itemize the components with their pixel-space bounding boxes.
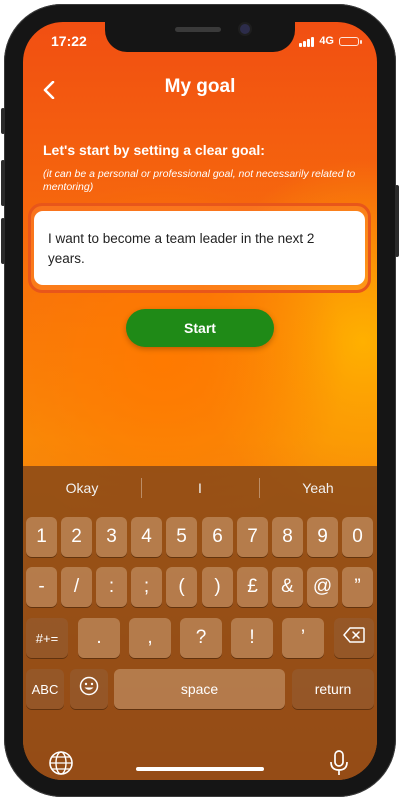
- speaker: [175, 27, 221, 32]
- key-colon[interactable]: :: [96, 567, 127, 607]
- page-title: My goal: [164, 76, 236, 97]
- emoji-icon: [79, 676, 99, 702]
- key-1[interactable]: 1: [26, 517, 57, 557]
- volume-up-button: [1, 160, 5, 206]
- key-quote[interactable]: ”: [342, 567, 373, 607]
- globe-icon[interactable]: [48, 750, 74, 776]
- return-key[interactable]: return: [292, 669, 374, 709]
- app-screen: 17:22 4G My goal Let's start by setting …: [23, 22, 377, 780]
- key-semicolon[interactable]: ;: [131, 567, 162, 607]
- goal-input[interactable]: I want to become a team leader in the ne…: [34, 211, 365, 285]
- key-0[interactable]: 0: [342, 517, 373, 557]
- signal-icon: [299, 36, 315, 47]
- key-close-paren[interactable]: ): [202, 567, 233, 607]
- key-ampersand[interactable]: &: [272, 567, 303, 607]
- keyboard: Okay I Yeah 1 2 3 4 5 6 7 8 9 0 - / : ; …: [23, 466, 377, 780]
- key-pound[interactable]: £: [237, 567, 268, 607]
- key-3[interactable]: 3: [96, 517, 127, 557]
- key-5[interactable]: 5: [166, 517, 197, 557]
- goal-prompt: Let's start by setting a clear goal:: [43, 142, 265, 158]
- key-4[interactable]: 4: [131, 517, 162, 557]
- suggestion-bar: Okay I Yeah: [23, 466, 377, 510]
- goal-input-text: I want to become a team leader in the ne…: [48, 231, 315, 266]
- key-abc[interactable]: ABC: [26, 669, 64, 709]
- power-button: [395, 185, 399, 257]
- key-apostrophe[interactable]: ’: [282, 618, 324, 658]
- battery-icon: [339, 36, 362, 46]
- key-question[interactable]: ?: [180, 618, 222, 658]
- status-icons: 4G: [299, 33, 362, 49]
- key-open-paren[interactable]: (: [166, 567, 197, 607]
- emoji-key[interactable]: [70, 669, 108, 709]
- start-button[interactable]: Start: [126, 309, 274, 347]
- key-exclamation[interactable]: !: [231, 618, 273, 658]
- key-slash[interactable]: /: [61, 567, 92, 607]
- silent-switch: [1, 108, 5, 134]
- network-label: 4G: [319, 35, 334, 47]
- backspace-icon: [343, 627, 365, 649]
- microphone-icon[interactable]: [327, 749, 351, 777]
- key-at[interactable]: @: [307, 567, 338, 607]
- key-7[interactable]: 7: [237, 517, 268, 557]
- front-camera: [238, 22, 252, 36]
- home-indicator[interactable]: [136, 767, 264, 771]
- status-time: 17:22: [51, 33, 87, 49]
- key-6[interactable]: 6: [202, 517, 233, 557]
- volume-down-button: [1, 218, 5, 264]
- key-comma[interactable]: ,: [129, 618, 171, 658]
- key-symbols[interactable]: #+=: [26, 618, 68, 658]
- backspace-key[interactable]: [334, 618, 374, 658]
- suggestion-yeah[interactable]: Yeah: [259, 466, 377, 510]
- key-2[interactable]: 2: [61, 517, 92, 557]
- key-period[interactable]: .: [78, 618, 120, 658]
- key-hyphen[interactable]: -: [26, 567, 57, 607]
- suggestion-i[interactable]: I: [141, 466, 259, 510]
- goal-hint: (it can be a personal or professional go…: [43, 168, 356, 193]
- suggestion-okay[interactable]: Okay: [23, 466, 141, 510]
- key-8[interactable]: 8: [272, 517, 303, 557]
- key-9[interactable]: 9: [307, 517, 338, 557]
- space-key[interactable]: space: [114, 669, 285, 709]
